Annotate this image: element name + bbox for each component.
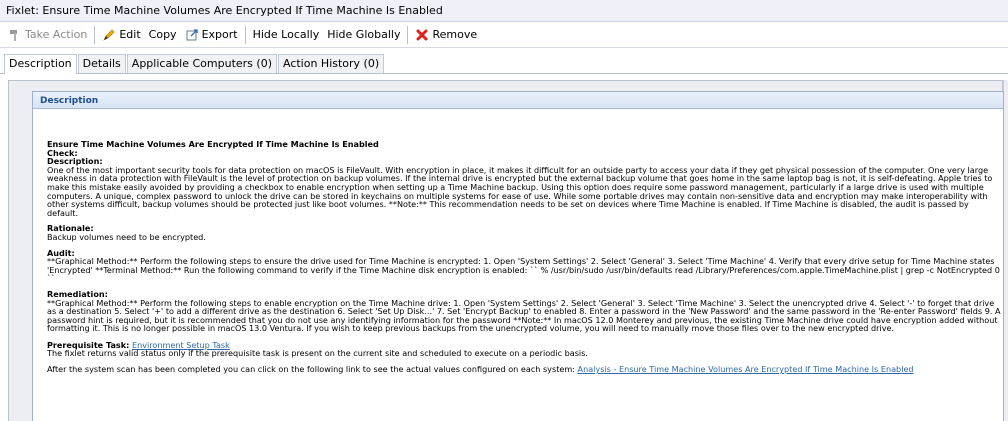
toolbar: Take Action Edit Copy Export Hide Locall… [0, 22, 1008, 48]
description-text: One of the most important security tools… [47, 164, 993, 218]
pencil-icon [102, 28, 116, 42]
toolbar-divider [244, 25, 246, 44]
hide-locally-button[interactable]: Hide Locally [249, 25, 324, 45]
tab-bar: Description Details Applicable Computers… [0, 52, 1008, 74]
edit-button[interactable]: Edit [98, 25, 144, 45]
tab-applicable-computers[interactable]: Applicable Computers (0) [126, 54, 277, 73]
tab-details[interactable]: Details [77, 54, 126, 73]
take-action-button[interactable]: Take Action [4, 25, 91, 45]
red-x-icon [415, 28, 429, 42]
rationale-text: Backup volumes need to be encrypted. [47, 231, 206, 242]
copy-label: Copy [148, 28, 177, 41]
remove-button[interactable]: Remove [411, 25, 481, 45]
edit-label: Edit [119, 28, 141, 41]
remove-label: Remove [432, 28, 478, 41]
copy-button[interactable]: Copy [145, 25, 181, 45]
toolbar-divider [94, 25, 96, 44]
description-content: Ensure Time Machine Volumes Are Encrypte… [47, 140, 1002, 374]
toolbar-divider [407, 25, 409, 44]
prereq-text: The fixlet returns valid status only if … [47, 348, 588, 359]
hammer-icon [8, 28, 22, 42]
after-scan-line: After the system scan has been completed… [47, 365, 1002, 374]
export-icon [185, 28, 199, 42]
panel-header: Description [33, 92, 1003, 109]
audit-text: **Graphical Method:** Perform the follow… [47, 256, 1000, 284]
export-label: Export [201, 28, 238, 41]
window-title: Fixlet: Ensure Time Machine Volumes Are … [0, 0, 1008, 22]
remediation-text: **Graphical Method:** Perform the follow… [47, 297, 1001, 334]
hide-locally-label: Hide Locally [252, 28, 320, 41]
after-scan-text: After the system scan has been completed… [47, 364, 575, 375]
hide-globally-button[interactable]: Hide Globally [323, 25, 404, 45]
export-button[interactable]: Export [181, 25, 242, 45]
take-action-label: Take Action [25, 28, 88, 41]
analysis-link[interactable]: Analysis - Ensure Time Machine Volumes A… [578, 364, 914, 374]
tab-description[interactable]: Description [4, 54, 77, 74]
fixlet-title: Ensure Time Machine Volumes Are Encrypte… [47, 139, 379, 149]
hide-globally-label: Hide Globally [327, 28, 401, 41]
tab-action-history[interactable]: Action History (0) [277, 54, 385, 73]
check-label: Check: [47, 147, 78, 158]
